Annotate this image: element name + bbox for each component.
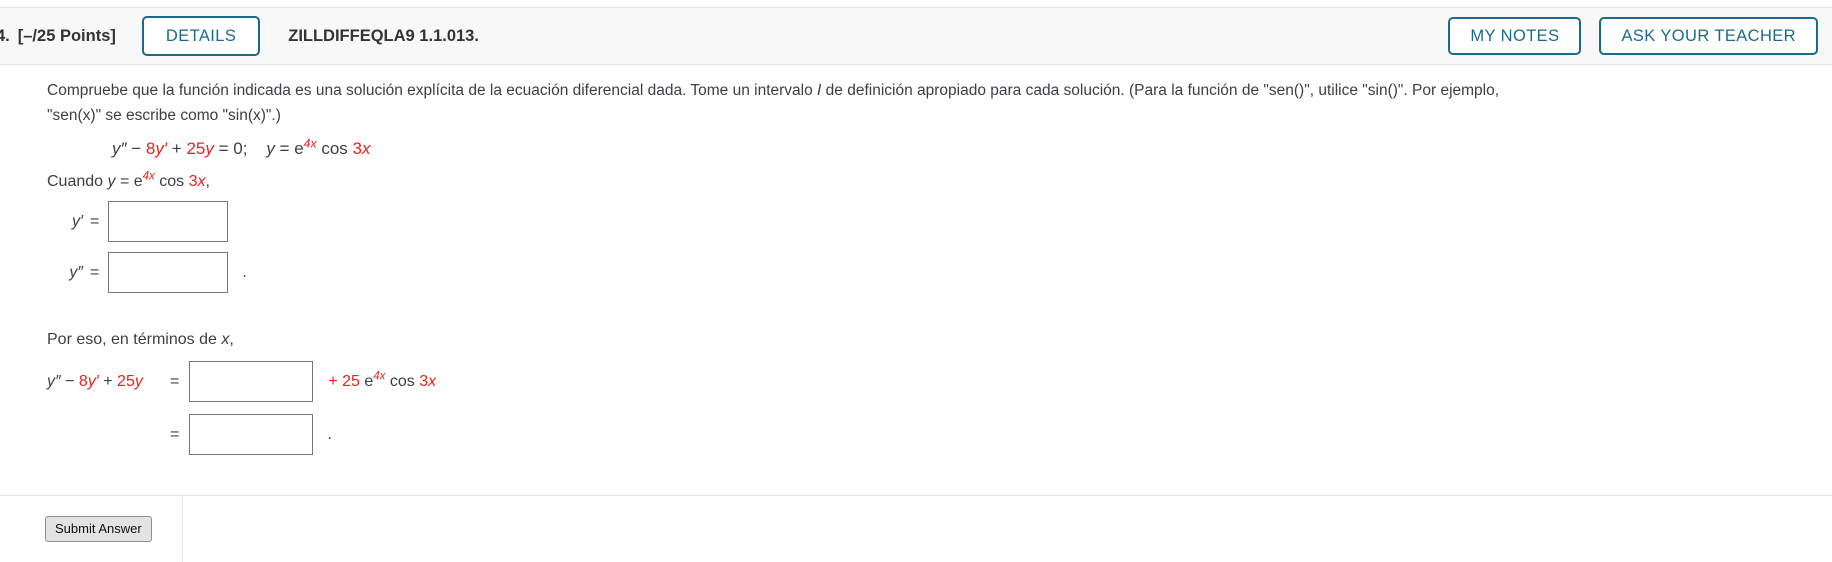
eq-solution-equals: = e bbox=[274, 139, 304, 158]
eq-y-prime: y′ bbox=[155, 139, 168, 158]
eq-minus: − bbox=[126, 139, 146, 158]
y-double-prime-equals: = bbox=[90, 263, 100, 281]
cuando-cos: cos bbox=[154, 173, 189, 190]
final-rhs-expression: + 25 e4x cos 3x bbox=[328, 370, 437, 391]
final-y-double-prime: y″ bbox=[47, 372, 61, 390]
cuando-exponent-4x: 4x bbox=[142, 170, 155, 183]
prompt-line2: "sen(x)" se escribe como "sin(x)".) bbox=[47, 107, 281, 124]
eq-y-double-prime: y″ bbox=[112, 139, 127, 158]
eq-cos: cos bbox=[316, 139, 353, 158]
por-eso-line: Por eso, en términos de x, bbox=[0, 331, 1832, 349]
final-answer-input-2[interactable] bbox=[189, 414, 314, 455]
cuando-variable-x: x bbox=[197, 173, 206, 190]
final-rhs-cos: cos bbox=[385, 372, 420, 390]
cuando-line: Cuando y = e4x cos 3x, bbox=[0, 170, 1832, 191]
y-double-prime-input[interactable] bbox=[108, 252, 229, 293]
y-prime-row: y′ = bbox=[0, 201, 1832, 242]
question-page: 4. [–/25 Points] DETAILS ZILLDIFFEQLA9 1… bbox=[0, 0, 1832, 562]
final-coefficient-25: 25 bbox=[117, 372, 135, 390]
prompt-line1-part1: Compruebe que la función indicada es una… bbox=[47, 82, 818, 99]
cuando-equals: = e bbox=[115, 173, 143, 190]
cuando-comma: , bbox=[205, 173, 210, 190]
submit-answer-button[interactable]: Submit Answer bbox=[45, 516, 152, 542]
final-rhs-coefficient-3: 3 bbox=[419, 372, 429, 390]
final-equals-2: = bbox=[170, 425, 180, 443]
final-rhs-e: e bbox=[359, 372, 374, 390]
cuando-y: y bbox=[107, 173, 116, 190]
question-footer: Submit Answer bbox=[0, 495, 1832, 562]
y-prime-input[interactable] bbox=[108, 201, 229, 242]
y-double-prime-period: . bbox=[242, 263, 247, 281]
y-prime-label: y′ bbox=[72, 212, 83, 230]
final-answer-input-1[interactable] bbox=[189, 361, 314, 402]
final-minus: − bbox=[60, 372, 79, 390]
ask-your-teacher-button[interactable]: ASK YOUR TEACHER bbox=[1599, 16, 1818, 56]
given-differential-equation: y″ − 8y′ + 25y = 0; y = e4x cos 3x bbox=[0, 136, 1832, 159]
final-rhs-plus: + bbox=[328, 372, 343, 390]
final-lhs-expression: y″ − 8y′ + 25y bbox=[47, 373, 162, 391]
final-rhs-exponent-4x: 4x bbox=[373, 370, 386, 383]
eq-exponent-4x: 4x bbox=[303, 136, 317, 151]
por-eso-comma: , bbox=[229, 331, 234, 348]
eq-coefficient-8: 8 bbox=[145, 139, 156, 158]
y-double-prime-row: y″ = . bbox=[0, 252, 1832, 293]
por-eso-text: Por eso, en términos de bbox=[47, 331, 222, 348]
cuando-coefficient-3: 3 bbox=[188, 173, 198, 190]
details-button[interactable]: DETAILS bbox=[141, 15, 261, 57]
assignment-code: ZILLDIFFEQLA9 1.1.013. bbox=[288, 26, 479, 45]
eq-plus: + bbox=[167, 139, 187, 158]
y-double-prime-label: y″ bbox=[69, 263, 83, 281]
question-number: 4. bbox=[0, 26, 10, 45]
final-rhs-variable-x: x bbox=[428, 372, 437, 390]
prompt-line1-part2: de definición apropiado para cada soluci… bbox=[821, 82, 1500, 99]
final-y: y bbox=[134, 372, 143, 390]
eq-coefficient-25: 25 bbox=[186, 139, 206, 158]
final-equals-1: = bbox=[170, 372, 180, 390]
final-period: . bbox=[327, 425, 332, 443]
eq-y: y bbox=[205, 139, 214, 158]
question-header: 4. [–/25 Points] DETAILS ZILLDIFFEQLA9 1… bbox=[0, 7, 1832, 65]
question-header-right: MY NOTES ASK YOUR TEACHER bbox=[1448, 16, 1832, 56]
final-plus: + bbox=[98, 372, 118, 390]
eq-equals-zero: = 0; bbox=[213, 139, 248, 158]
eq-coefficient-3: 3 bbox=[352, 139, 362, 158]
eq-variable-x: x bbox=[361, 139, 371, 158]
final-equation-row-1: y″ − 8y′ + 25y = + 25 e4x cos 3x bbox=[0, 361, 1832, 402]
final-rhs-coefficient-25: 25 bbox=[342, 372, 360, 390]
question-prompt: Compruebe que la función indicada es una… bbox=[0, 66, 1832, 128]
question-header-left: 4. [–/25 Points] DETAILS ZILLDIFFEQLA9 1… bbox=[0, 15, 479, 57]
submit-answer-cell: Submit Answer bbox=[0, 496, 183, 562]
my-notes-button[interactable]: MY NOTES bbox=[1448, 16, 1582, 56]
cuando-label: Cuando bbox=[47, 173, 108, 190]
final-equation-row-2: = . bbox=[0, 414, 1832, 455]
y-prime-equals: = bbox=[90, 212, 100, 230]
question-body: Compruebe que la función indicada es una… bbox=[0, 66, 1832, 455]
final-y-prime: y′ bbox=[87, 372, 99, 390]
eq-solution-y: y bbox=[266, 139, 275, 158]
points-badge: [–/25 Points] bbox=[17, 26, 116, 45]
final-coefficient-8: 8 bbox=[78, 372, 88, 390]
